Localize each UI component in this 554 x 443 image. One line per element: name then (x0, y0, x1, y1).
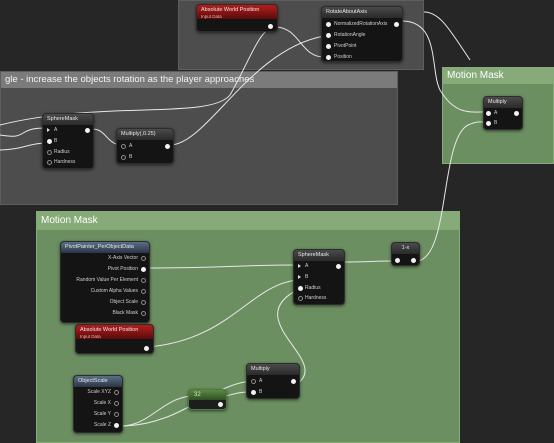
output-pin[interactable] (336, 264, 341, 269)
pin-label: Scale XYZ (87, 389, 111, 395)
one-minus-node[interactable]: 1-x (391, 242, 420, 266)
input-pin-b[interactable] (47, 139, 52, 144)
pin-label: B (259, 389, 263, 395)
wire-exit-right (423, 11, 471, 61)
comment-box-left-title: gle - increase the objects rotation as t… (1, 72, 397, 88)
input-pin-hardness[interactable] (47, 160, 52, 165)
output-pin[interactable] (291, 379, 296, 384)
pin-label: B (305, 274, 309, 280)
multiply-node-bottom[interactable]: Multiply A B (246, 363, 300, 399)
node-title: 1-x (392, 243, 419, 254)
node-title: PivotPainter_PerObjectData (61, 242, 149, 253)
output-pin-scale-z[interactable] (114, 423, 119, 428)
output-pin[interactable] (411, 258, 416, 263)
rotate-about-axis-node[interactable]: RotateAboutAxis NormalizedRotationAxis R… (321, 6, 403, 62)
pin-label: Scale X (93, 400, 111, 406)
node-subtitle: Input Data (80, 334, 101, 339)
node-title: Absolute World Position (201, 7, 260, 13)
output-pin[interactable] (514, 111, 519, 116)
pin-label: NormalizedRotationAxis (334, 21, 388, 27)
pin-label: A (129, 143, 133, 149)
pin-label: A (54, 127, 58, 133)
input-pin-a[interactable] (251, 379, 256, 384)
absolute-world-position-node-top[interactable]: Absolute World Position Input Data (196, 4, 278, 32)
input-pin-pivot-point[interactable] (326, 44, 331, 49)
input-pin-radius[interactable] (298, 286, 303, 291)
output-pin[interactable] (218, 402, 223, 407)
node-title: Multiply (247, 364, 299, 375)
pin-label: B (494, 120, 498, 126)
multiply-025-node[interactable]: Multiply(,0.25) A B (116, 128, 174, 164)
sphere-mask-node-top[interactable]: SphereMask A B Radius Hardness (42, 113, 94, 169)
output-pin[interactable] (85, 128, 90, 133)
output-pin-scale-y[interactable] (114, 412, 119, 417)
input-pin-a[interactable] (121, 144, 126, 149)
input-pin-normalized-rotation-axis[interactable] (326, 22, 331, 27)
pin-label: Scale Y (93, 411, 111, 417)
input-pin-b[interactable] (298, 275, 301, 279)
input-pin-a[interactable] (298, 264, 301, 268)
input-pin-position[interactable] (326, 55, 331, 60)
output-pin[interactable] (144, 346, 149, 351)
pin-label: Custom Alpha Values (90, 288, 138, 294)
comment-box-motion-mask-top-title: Motion Mask (443, 68, 553, 84)
object-scale-node[interactable]: ObjectScale Scale XYZ Scale X Scale Y Sc… (73, 375, 123, 433)
pin-label: Hardness (54, 159, 76, 165)
pin-label: A (494, 110, 498, 116)
node-title: 32 (189, 390, 226, 400)
output-pin-custom-alpha[interactable] (141, 289, 146, 294)
input-pin[interactable] (395, 258, 400, 263)
node-title: Absolute World Position (80, 327, 139, 333)
pin-label: Scale Z (94, 422, 111, 428)
sphere-mask-node-bottom[interactable]: SphereMask A B Radius Hardness (293, 249, 345, 305)
output-pin-random-value[interactable] (141, 278, 146, 283)
pin-label: Pivot Position (107, 266, 138, 272)
pin-label: RotationAngle (334, 32, 366, 38)
input-pin-a[interactable] (47, 128, 50, 132)
pin-label: Hardness (305, 295, 327, 301)
pin-label: PivotPoint (334, 43, 357, 49)
output-pin-black-mask[interactable] (141, 311, 146, 316)
node-title: Multiply(,0.25) (117, 129, 173, 140)
output-pin-pivot-position[interactable] (141, 267, 146, 272)
node-title: SphereMask (294, 250, 344, 261)
absolute-world-position-node-bottom[interactable]: Absolute World Position Input Data (75, 324, 154, 354)
output-pin[interactable] (394, 22, 399, 27)
pin-label: B (129, 154, 133, 160)
input-pin-radius[interactable] (47, 150, 52, 155)
node-title: Multiply (484, 97, 522, 108)
output-pin-x-axis-vector[interactable] (141, 256, 146, 261)
pin-label: A (305, 263, 309, 269)
comment-box-motion-mask-bottom-title: Motion Mask (37, 212, 459, 230)
node-subtitle: Input Data (201, 14, 222, 19)
input-pin-b[interactable] (121, 155, 126, 160)
pin-label: Radius (54, 149, 70, 155)
node-title: ObjectScale (74, 376, 122, 387)
input-pin-a[interactable] (486, 111, 491, 116)
pin-label: X-Axis Vector (107, 255, 138, 261)
output-pin[interactable] (268, 24, 273, 29)
pin-label: Position (334, 54, 352, 60)
output-pin-scale-x[interactable] (114, 401, 119, 406)
input-pin-b[interactable] (251, 390, 256, 395)
node-title: SphereMask (43, 114, 93, 125)
pin-label: Black Mask (112, 310, 138, 316)
pin-label: A (259, 378, 263, 384)
pin-label: Random Value Per Element (76, 277, 138, 283)
input-pin-rotation-angle[interactable] (326, 33, 331, 38)
multiply-node-top-right[interactable]: Multiply A B (483, 96, 523, 130)
input-pin-b[interactable] (486, 121, 491, 126)
input-pin-hardness[interactable] (298, 296, 303, 301)
output-pin-scale-xyz[interactable] (114, 390, 119, 395)
output-pin-object-scale[interactable] (141, 300, 146, 305)
pin-label: Object Scale (109, 299, 138, 305)
constant-32-node[interactable]: 32 (188, 389, 227, 410)
output-pin[interactable] (165, 144, 170, 149)
pivot-painter-per-object-data-node[interactable]: PivotPainter_PerObjectData X-Axis Vector… (60, 241, 150, 323)
pin-label: B (54, 138, 58, 144)
pin-label: Radius (305, 285, 321, 291)
node-title: RotateAboutAxis (322, 7, 402, 18)
